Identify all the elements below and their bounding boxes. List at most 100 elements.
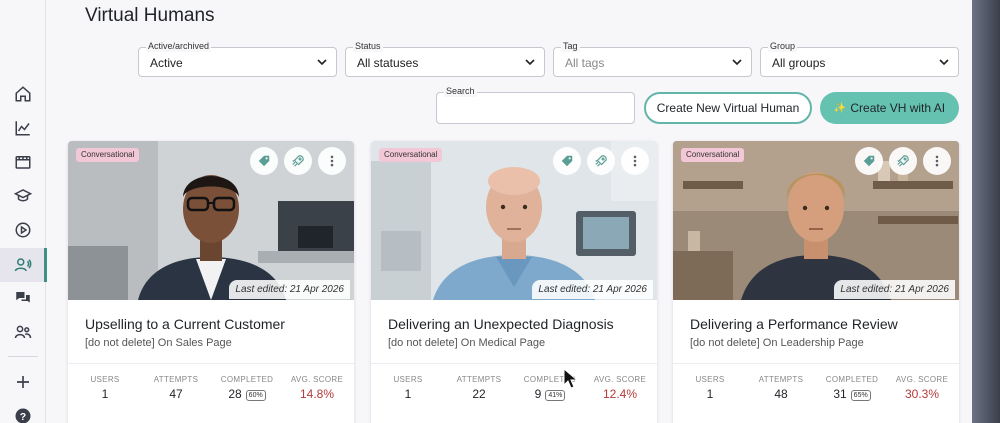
- users-stat-label: USERS: [695, 375, 725, 384]
- tag-placeholder: All tags: [565, 56, 605, 70]
- status-label: Status: [353, 41, 383, 52]
- chevron-down-icon: [732, 59, 742, 66]
- status-select[interactable]: Status All statuses: [345, 41, 545, 77]
- chat-icon[interactable]: [11, 286, 35, 310]
- active-archived-label: Active/archived: [146, 41, 212, 52]
- active-archived-select[interactable]: Active/archived Active: [138, 41, 337, 77]
- attempts-stat: ATTEMPTS 22: [449, 375, 509, 401]
- tag-icon[interactable]: [553, 147, 581, 175]
- plus-icon[interactable]: [11, 370, 35, 394]
- card-divider: [673, 363, 959, 364]
- help-icon[interactable]: ?: [11, 404, 35, 423]
- avg-score-stat: AVG. SCORE 12.4%: [587, 375, 653, 401]
- group-label: Group: [768, 41, 798, 52]
- virtual-human-card[interactable]: Conversational Last edited: 21 Apr 2026 …: [371, 141, 657, 423]
- sparkle-icon: ✨: [833, 102, 847, 114]
- users-stat-label: USERS: [393, 375, 423, 384]
- users-stat-label: USERS: [90, 375, 120, 384]
- analytics-icon[interactable]: [11, 116, 35, 140]
- card-divider: [68, 363, 354, 364]
- search-label: Search: [444, 86, 477, 97]
- users-stat: USERS 1: [687, 375, 733, 401]
- users-stat-value: 1: [404, 387, 412, 401]
- home-icon[interactable]: [11, 82, 35, 106]
- avg-score-stat-value: 14.8%: [299, 387, 335, 401]
- tag-icon[interactable]: [250, 147, 278, 175]
- avg-score-stat-value: 12.4%: [602, 387, 638, 401]
- category-badge: Conversational: [681, 148, 745, 162]
- completed-stat-value: 28: [228, 387, 242, 401]
- attempts-stat-value: 48: [774, 387, 788, 401]
- play-circle-icon[interactable]: [11, 218, 35, 242]
- card-subtitle: [do not delete] On Leadership Page: [690, 337, 864, 349]
- completed-stat-value: 31: [833, 387, 847, 401]
- attempts-stat: ATTEMPTS 47: [146, 375, 206, 401]
- completed-stat-label: COMPLETED: [825, 375, 879, 384]
- avg-score-stat-label: AVG. SCORE: [895, 375, 949, 384]
- users-stat: USERS 1: [82, 375, 128, 401]
- rocket-icon[interactable]: [587, 147, 615, 175]
- tag-icon[interactable]: [855, 147, 883, 175]
- last-edited-label: Last edited: 21 Apr 2026: [532, 280, 653, 299]
- status-value: All statuses: [357, 56, 419, 70]
- attempts-stat: ATTEMPTS 48: [751, 375, 811, 401]
- rocket-icon[interactable]: [284, 147, 312, 175]
- users-stat-value: 1: [101, 387, 109, 401]
- more-options-icon[interactable]: [923, 147, 951, 175]
- category-badge: Conversational: [379, 148, 443, 162]
- group-value: All groups: [772, 56, 826, 70]
- card-title: Delivering a Performance Review: [690, 316, 898, 332]
- completed-stat: COMPLETED 28 60%: [216, 375, 278, 401]
- card-divider: [371, 363, 657, 364]
- create-vh-with-ai-button[interactable]: ✨ Create VH with AI: [820, 92, 959, 124]
- group-select[interactable]: Group All groups: [760, 41, 959, 77]
- completed-percent-badge: 65%: [850, 390, 871, 401]
- last-edited-label: Last edited: 21 Apr 2026: [834, 280, 955, 299]
- attempts-stat-value: 47: [169, 387, 183, 401]
- tag-label: Tag: [561, 41, 580, 52]
- graduation-cap-icon[interactable]: [11, 184, 35, 208]
- attempts-stat-label: ATTEMPTS: [153, 375, 199, 384]
- svg-text:?: ?: [20, 411, 26, 423]
- virtual-human-card[interactable]: Conversational Last edited: 21 Apr 2026 …: [673, 141, 959, 423]
- attempts-stat-label: ATTEMPTS: [758, 375, 804, 384]
- completed-percent-badge: 41%: [545, 390, 566, 401]
- chevron-down-icon: [939, 59, 949, 66]
- film-icon[interactable]: [11, 150, 35, 174]
- sidebar: ?: [0, 0, 47, 423]
- attempts-stat-value: 22: [472, 387, 486, 401]
- completed-stat: COMPLETED 31 65%: [821, 375, 883, 401]
- last-edited-label: Last edited: 21 Apr 2026: [229, 280, 350, 299]
- sidebar-divider: [8, 356, 38, 357]
- virtual-human-icon[interactable]: [11, 253, 35, 277]
- completed-percent-badge: 60%: [245, 390, 266, 401]
- page-title: Virtual Humans: [85, 5, 215, 26]
- chevron-down-icon: [525, 59, 535, 66]
- more-options-icon[interactable]: [318, 147, 346, 175]
- window-edge: [972, 0, 1000, 423]
- create-vh-with-ai-label: Create VH with AI: [850, 101, 946, 115]
- search-input[interactable]: Search: [436, 86, 635, 124]
- more-options-icon[interactable]: [621, 147, 649, 175]
- virtual-human-card[interactable]: Conversational Last edited: 21 Apr 2026 …: [68, 141, 354, 423]
- mouse-cursor-icon: [563, 368, 579, 389]
- card-subtitle: [do not delete] On Sales Page: [85, 337, 232, 349]
- tag-select[interactable]: Tag All tags: [553, 41, 752, 77]
- chevron-down-icon: [317, 59, 327, 66]
- avg-score-stat-label: AVG. SCORE: [290, 375, 344, 384]
- completed-stat-label: COMPLETED: [220, 375, 274, 384]
- avg-score-stat-value: 30.3%: [904, 387, 940, 401]
- active-archived-value: Active: [150, 56, 183, 70]
- avg-score-stat: AVG. SCORE 14.8%: [284, 375, 350, 401]
- category-badge: Conversational: [76, 148, 140, 162]
- rocket-icon[interactable]: [889, 147, 917, 175]
- card-title: Delivering an Unexpected Diagnosis: [388, 316, 614, 332]
- card-subtitle: [do not delete] On Medical Page: [388, 337, 546, 349]
- users-icon[interactable]: [11, 320, 35, 344]
- create-new-virtual-human-button[interactable]: Create New Virtual Human: [644, 92, 812, 124]
- attempts-stat-label: ATTEMPTS: [456, 375, 502, 384]
- users-stat-value: 1: [706, 387, 714, 401]
- app-window: ? Virtual Humans Active/archived Active …: [0, 0, 972, 423]
- avg-score-stat-label: AVG. SCORE: [593, 375, 647, 384]
- card-title: Upselling to a Current Customer: [85, 316, 285, 332]
